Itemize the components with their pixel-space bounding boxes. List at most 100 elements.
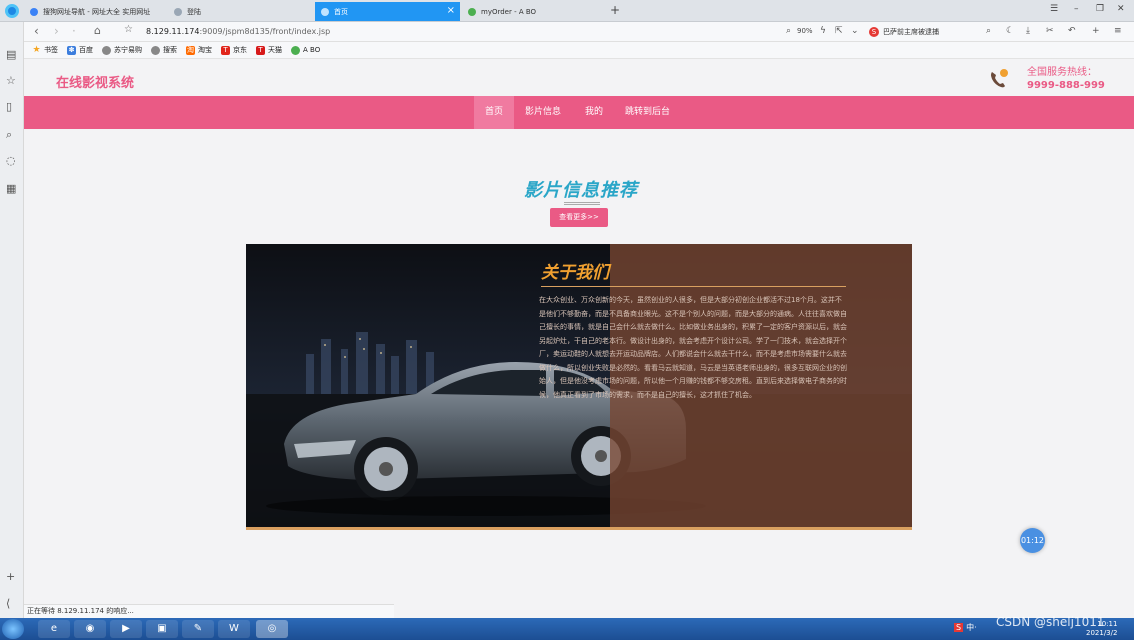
favorites-star-icon[interactable]: ☆ xyxy=(6,74,16,87)
star-icon: ★ xyxy=(32,44,41,55)
bookmark-item[interactable]: ★ 书签 xyxy=(32,45,58,55)
add-icon[interactable]: + xyxy=(6,570,15,583)
web-page: 在线影视系统 全国服务热线： 9999-888-999 首页 影片信息 我的 跳… xyxy=(24,59,1134,618)
browser-sidebar: ▤ ☆ ▯ ⌕ ◌ ▦ + ⟨ xyxy=(0,22,24,618)
bookmark-item[interactable]: 苏宁易购 xyxy=(102,45,142,55)
globe-icon xyxy=(151,45,160,55)
address-bar: ‹ › · ⌂ ☆ 8.129.11.174:9009/jspm8d135/fr… xyxy=(24,22,1134,42)
more-nav-icon[interactable]: · xyxy=(72,24,76,38)
tab-label: 登陆 xyxy=(187,7,201,16)
bookmark-item[interactable]: A BO xyxy=(291,45,321,55)
windows-taskbar: e ◉ ▶ ▣ ✎ W ◎ S 中· 10:11 2021/3/2 xyxy=(0,618,1134,640)
forward-icon[interactable]: › xyxy=(54,24,59,38)
browser-logo-icon[interactable] xyxy=(5,4,19,18)
menu-icon[interactable]: ☰ xyxy=(1050,4,1058,14)
bookmark-item[interactable]: 搜索 xyxy=(151,45,177,55)
maximize-icon[interactable]: ❐ xyxy=(1096,4,1104,14)
page-favicon-icon xyxy=(174,7,182,16)
ime-label: 中· xyxy=(966,623,977,632)
tab-myorder[interactable]: myOrder - A BO xyxy=(462,2,604,21)
search-icon[interactable]: ⌕ xyxy=(986,26,991,36)
share-icon[interactable]: ⇱ xyxy=(835,26,843,36)
start-button[interactable] xyxy=(2,619,24,639)
desktop: 搜狗网址导航 - 网址大全 实用网址 登陆 首页 × myOrder - A B… xyxy=(0,0,1134,640)
browser-taskbar-icon[interactable]: ◎ xyxy=(256,620,288,638)
site-title[interactable]: 在线影视系统 xyxy=(56,72,134,91)
tab-label: 首页 xyxy=(334,7,348,16)
tab-label: myOrder - A BO xyxy=(481,7,537,16)
browser-green-icon[interactable]: ◉ xyxy=(74,620,106,638)
tab-home[interactable]: 首页 × xyxy=(315,2,460,21)
night-mode-icon[interactable]: ☾ xyxy=(1006,26,1014,36)
baidu-icon: ✽ xyxy=(67,45,76,55)
about-text: 在大众创业、万众创新的今天，虽然创业的人很多，但是大部分初创企业都活不过18个月… xyxy=(539,296,847,399)
browser-tab-strip: 搜狗网址导航 - 网址大全 实用网址 登陆 首页 × myOrder - A B… xyxy=(0,0,1134,22)
news-icon[interactable]: ▤ xyxy=(6,48,16,61)
about-title: 关于我们 xyxy=(541,263,609,283)
close-tab-icon[interactable]: × xyxy=(447,5,455,16)
menu-lines-icon[interactable]: ≡ xyxy=(1114,26,1122,36)
tmall-icon: T xyxy=(256,45,265,55)
app-icon[interactable]: ▣ xyxy=(146,620,178,638)
close-window-icon[interactable]: ✕ xyxy=(1117,4,1125,14)
jd-icon: T xyxy=(221,45,230,55)
nav-admin[interactable]: 跳转到后台 xyxy=(625,96,670,129)
back-icon[interactable]: ‹ xyxy=(34,24,39,38)
clock-date: 2021/3/2 xyxy=(1086,629,1118,637)
tab-login[interactable]: 登陆 xyxy=(168,2,312,21)
search-icon[interactable]: ⌕ xyxy=(6,128,12,142)
bookmark-star-icon[interactable]: ☆ xyxy=(124,24,133,35)
home-icon[interactable]: ⌂ xyxy=(94,24,101,37)
new-tab-button[interactable]: + xyxy=(610,3,620,17)
bookmark-label: A BO xyxy=(303,46,321,54)
csdn-watermark: CSDN @shelj1011 xyxy=(996,615,1105,629)
undo-icon[interactable]: ↶ xyxy=(1068,26,1076,36)
bookmark-item[interactable]: T 京东 xyxy=(221,45,247,55)
nav-movie-info[interactable]: 影片信息 xyxy=(525,96,561,129)
url-field[interactable]: 8.129.11.174:9009/jspm8d135/front/index.… xyxy=(146,27,330,36)
bookmark-label: 书签 xyxy=(44,46,58,54)
reader-icon[interactable]: ▯ xyxy=(6,100,12,113)
zoom-icon[interactable]: ⌕ xyxy=(786,26,791,36)
globe-icon xyxy=(102,45,111,55)
nav-home[interactable]: 首页 xyxy=(474,96,515,129)
page-favicon-icon xyxy=(321,7,329,16)
section-divider xyxy=(564,202,600,205)
tab-sogou[interactable]: 搜狗网址导航 - 网址大全 实用网址 xyxy=(24,2,166,21)
bookmarks-bar: ★ 书签 ✽ 百度 苏宁易购 搜索 淘淘宝 T 京东 T 天猫 A BO xyxy=(24,42,1134,59)
bookmark-item[interactable]: 淘淘宝 xyxy=(186,45,212,55)
bookmark-item[interactable]: ✽ 百度 xyxy=(67,45,93,55)
ie-icon[interactable]: e xyxy=(38,620,70,638)
bookmark-label: 天猫 xyxy=(268,46,282,54)
section-title: 影片信息推荐 xyxy=(524,180,638,201)
browser-status-bar: 正在等待 8.129.11.174 的响应... xyxy=(24,604,394,618)
chat-float-button[interactable]: 01:12 xyxy=(1020,528,1045,553)
nav-mine[interactable]: 我的 xyxy=(585,96,603,129)
view-more-button[interactable]: 查看更多>> xyxy=(550,208,608,227)
sogou-search-icon: S xyxy=(869,27,879,37)
tools-icon[interactable]: ✂ xyxy=(1046,26,1054,36)
dropdown-icon[interactable]: ⌄ xyxy=(851,26,859,36)
ime-tray[interactable]: S 中· xyxy=(954,622,977,633)
search-box[interactable]: S 巴萨前主席被逮捕 xyxy=(869,25,999,39)
about-section: 关于我们 在大众创业、万众创新的今天，虽然创业的人很多，但是大部分初创企业都活不… xyxy=(246,244,912,530)
lightning-icon[interactable]: ϟ xyxy=(820,26,826,36)
word-icon[interactable]: W xyxy=(218,620,250,638)
bookmark-label: 淘宝 xyxy=(198,46,212,54)
zoom-level[interactable]: 90% xyxy=(797,27,813,35)
bookmark-item[interactable]: T 天猫 xyxy=(256,45,282,55)
notes-icon[interactable]: ▦ xyxy=(6,182,16,195)
sogou-ime-icon: S xyxy=(954,623,964,632)
taobao-icon: 淘 xyxy=(186,45,195,55)
media-player-icon[interactable]: ▶ xyxy=(110,620,142,638)
add-icon[interactable]: + xyxy=(1092,26,1100,36)
hotline-label: 全国服务热线： xyxy=(1027,67,1097,78)
bookmark-label: 苏宁易购 xyxy=(114,46,142,54)
leaf-icon xyxy=(291,45,300,55)
download-icon[interactable]: ⤓ xyxy=(1026,26,1030,36)
tool-icon[interactable]: ✎ xyxy=(182,620,214,638)
chat-icon[interactable]: ◌ xyxy=(6,154,16,167)
sogou-favicon-icon xyxy=(30,7,38,16)
collapse-icon[interactable]: ⟨ xyxy=(6,597,10,610)
minimize-icon[interactable]: – xyxy=(1074,4,1079,14)
